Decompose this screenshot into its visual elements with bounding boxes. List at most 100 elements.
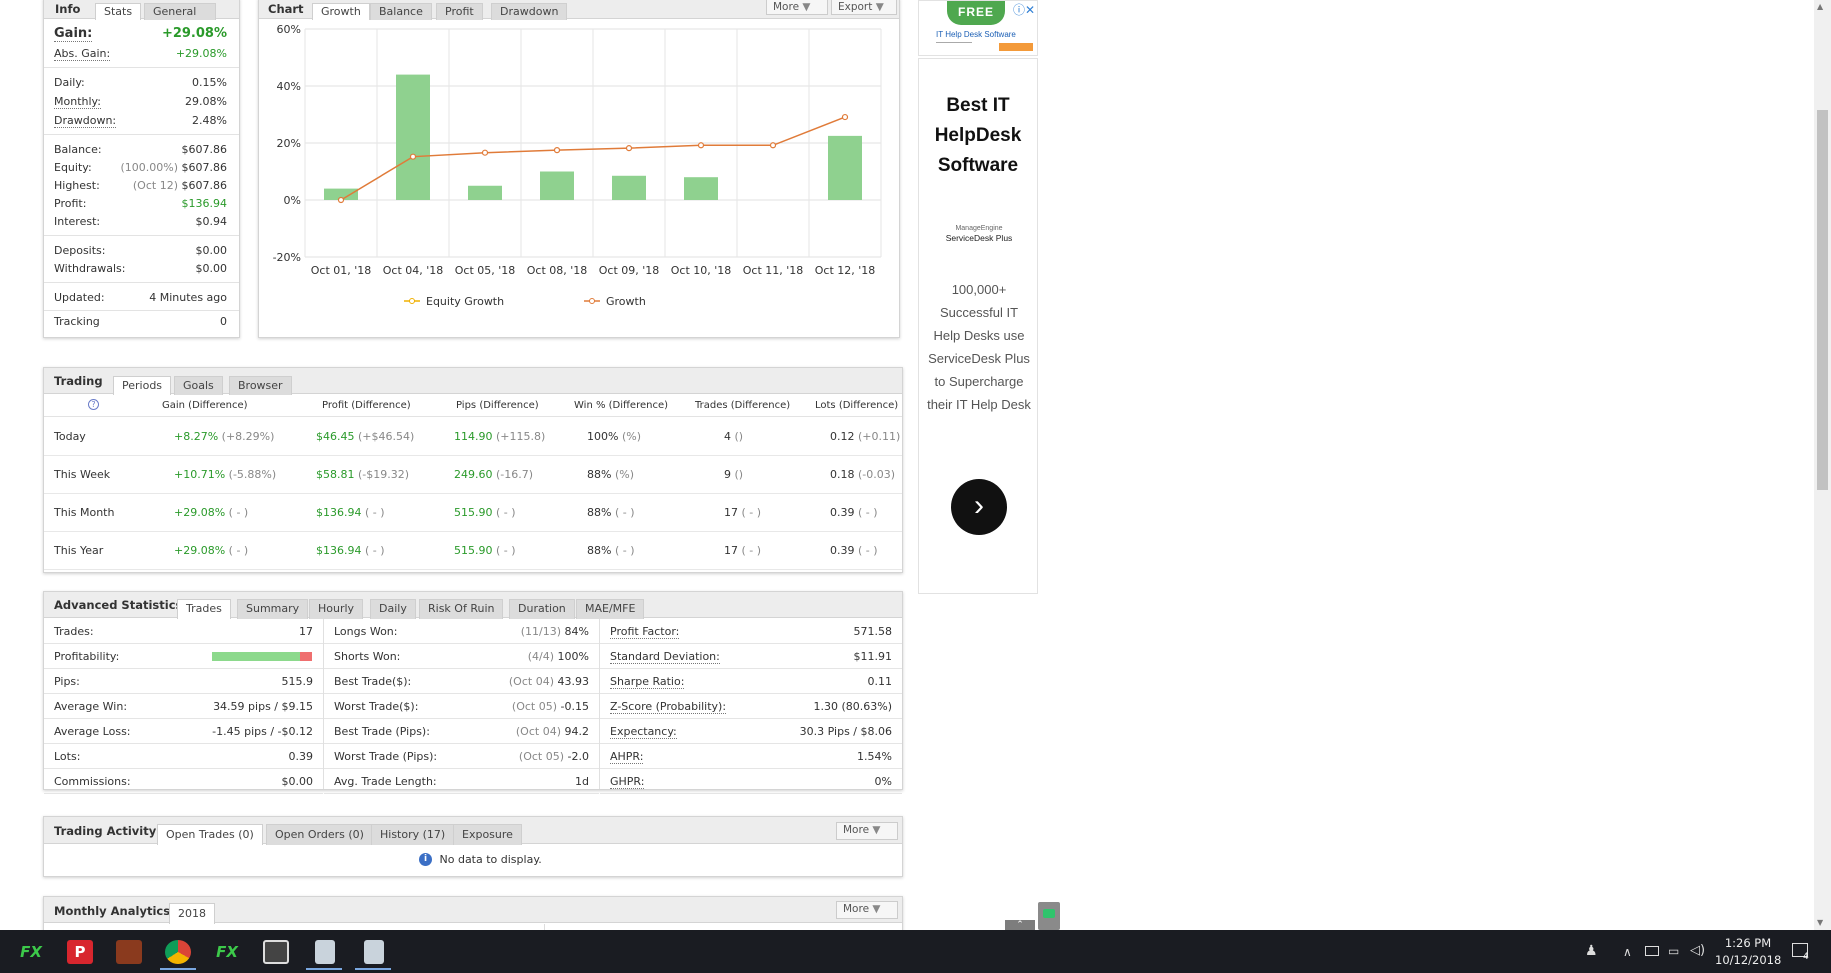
ad-close-icon[interactable]: ⓘ✕ [1013,1,1035,18]
gain-value: +10.71% [174,468,226,481]
scroll-down-arrow-icon[interactable]: ▼ [1817,918,1823,927]
photos-icon[interactable] [263,940,289,964]
tab-open-trades[interactable]: Open Trades (0) [157,824,263,845]
document-app-icon[interactable] [315,940,335,964]
tab-hourly[interactable]: Hourly [309,599,364,619]
interest-label: Interest: [54,215,101,228]
profit-diff: ( - ) [365,506,385,519]
gain-diff: ( - ) [228,544,249,557]
people-icon[interactable]: ♟ [1585,943,1598,959]
highest-label: Highest: [54,179,100,192]
ad-mini-button [999,43,1033,51]
x-tick-label: Oct 08, '18 [527,264,588,277]
info-icon: i [419,852,432,866]
fx-app-icon[interactable]: FX [18,940,44,964]
tab-daily[interactable]: Daily [370,599,416,619]
chrome-icon[interactable] [165,940,191,964]
tab-browser[interactable]: Browser [229,376,292,395]
lots-diff: ( - ) [858,506,878,519]
highest-value: $607.86 [181,179,228,192]
lots-value: 0.18 [830,468,855,481]
stat-value: 1d [575,775,589,788]
chart-panel: Chart Growth Balance Profit Drawdown Mor… [258,0,900,338]
tab-risk-of-ruin[interactable]: Risk Of Ruin [419,599,504,619]
taskbar-clock[interactable]: 1:26 PM 10/12/2018 [1715,936,1781,967]
tab-duration[interactable]: Duration [509,599,575,619]
pips-cell: 515.90 ( - ) [454,506,516,519]
tab-mae-mfe[interactable]: MAE/MFE [576,599,645,619]
tab-trades[interactable]: Trades [177,599,231,619]
line-point [481,149,489,156]
activity-more-button[interactable]: More ▼ [836,822,898,840]
bar [828,135,862,200]
ad-banner-top[interactable]: FREE ⓘ✕ IT Help Desk Software [918,0,1038,56]
stat-label: Avg. Trade Length: [334,775,437,788]
chat-icon [1043,909,1055,918]
stat-label: Worst Trade($): [334,700,419,713]
page-scrollbar[interactable]: ▲ ▼ [1814,0,1831,930]
trading-header: Trading Periods Goals Browser [44,368,902,395]
network-icon[interactable]: ▭ [1668,944,1679,958]
tab-exposure[interactable]: Exposure [453,824,522,845]
traffic-light-app-icon[interactable] [116,940,142,964]
stat-note: (4/4) [527,650,555,663]
tab-open-orders[interactable]: Open Orders (0) [266,824,373,845]
win-diff: ( - ) [614,544,635,557]
equity-pct: (100.00%) [120,161,178,174]
document-app-icon-2[interactable] [364,940,384,964]
trading-row: This Year +29.08% ( - ) $136.94 ( - ) 515.9… [44,532,902,570]
scrollbar-thumb[interactable] [1817,110,1828,490]
trades-diff: () [734,430,744,443]
scroll-up-arrow-icon[interactable]: ▲ [1817,2,1823,11]
win-cell: 88% ( - ) [587,506,635,519]
legend-equity-marker [409,298,415,304]
scroll-up-button[interactable]: ⌃ [1005,920,1035,930]
tab-periods[interactable]: Periods [113,376,172,395]
stat-value: 17 [299,625,313,638]
bar [540,171,574,200]
stat-label: Z-Score (Probability): [610,700,727,714]
balance-value: $607.86 [181,143,228,156]
profit-diff: (-$19.32) [358,468,410,481]
trades-cell: 17 ( - ) [724,544,761,557]
activity-title: Trading Activity [54,824,157,838]
legend-growth-label: Growth [606,295,646,308]
trades-value: 17 [724,544,738,557]
stat-value-group: 1.30 (80.63%) [813,700,892,713]
ad-free-badge: FREE [947,1,1005,25]
period-label: This Week [54,468,111,481]
monthly-panel: Monthly Analytics 2018 More ▼ [43,896,903,932]
fx-app-icon-2[interactable]: FX [214,940,240,964]
growth-chart: 60% 40% 20% 0% -20% Oct 01, '18 Oct 04, '18 Oct… [273,23,882,308]
monthly-more-button[interactable]: More ▼ [836,901,898,919]
battery-icon[interactable] [1645,946,1659,956]
stat-value-group: 0.11 [868,675,893,688]
tab-goals[interactable]: Goals [174,376,223,395]
tab-stats[interactable]: Stats [95,3,142,20]
stat-note: (Oct 04) [515,725,561,738]
volume-icon[interactable]: ◁) [1690,943,1705,958]
info-header: Info Stats General [44,0,239,20]
tab-general[interactable]: General [144,3,216,20]
stat-row: Expectancy: 30.3 Pips / $8.06 [600,719,902,744]
help-icon[interactable]: ? [88,399,99,410]
stat-label: Shorts Won: [334,650,401,663]
chat-widget-button[interactable] [1038,902,1060,930]
trades-diff: () [734,468,744,481]
ad-arrow-button[interactable]: › [951,479,1007,535]
trading-panel: Trading Periods Goals Browser ? Gain (Di… [43,367,903,573]
tab-2018[interactable]: 2018 [169,903,215,924]
win-value: 88% [587,544,612,557]
stat-label: Profitability: [54,650,120,663]
tab-summary[interactable]: Summary [237,599,309,619]
ad-banner[interactable]: Best IT HelpDesk Software ManageEngine S… [918,58,1038,594]
tab-history[interactable]: History (17) [371,824,455,845]
trades-value: 9 [724,468,731,481]
tray-expand-icon[interactable]: ∧ [1623,945,1632,959]
stat-value-group: -1.45 pips / -$0.12 [212,725,313,738]
p-app-icon[interactable]: P [67,940,93,964]
win-value: 88% [587,506,612,519]
stat-row: Standard Deviation: $11.91 [600,644,902,669]
win-diff: ( - ) [614,506,635,519]
x-tick-label: Oct 12, '18 [815,264,876,277]
